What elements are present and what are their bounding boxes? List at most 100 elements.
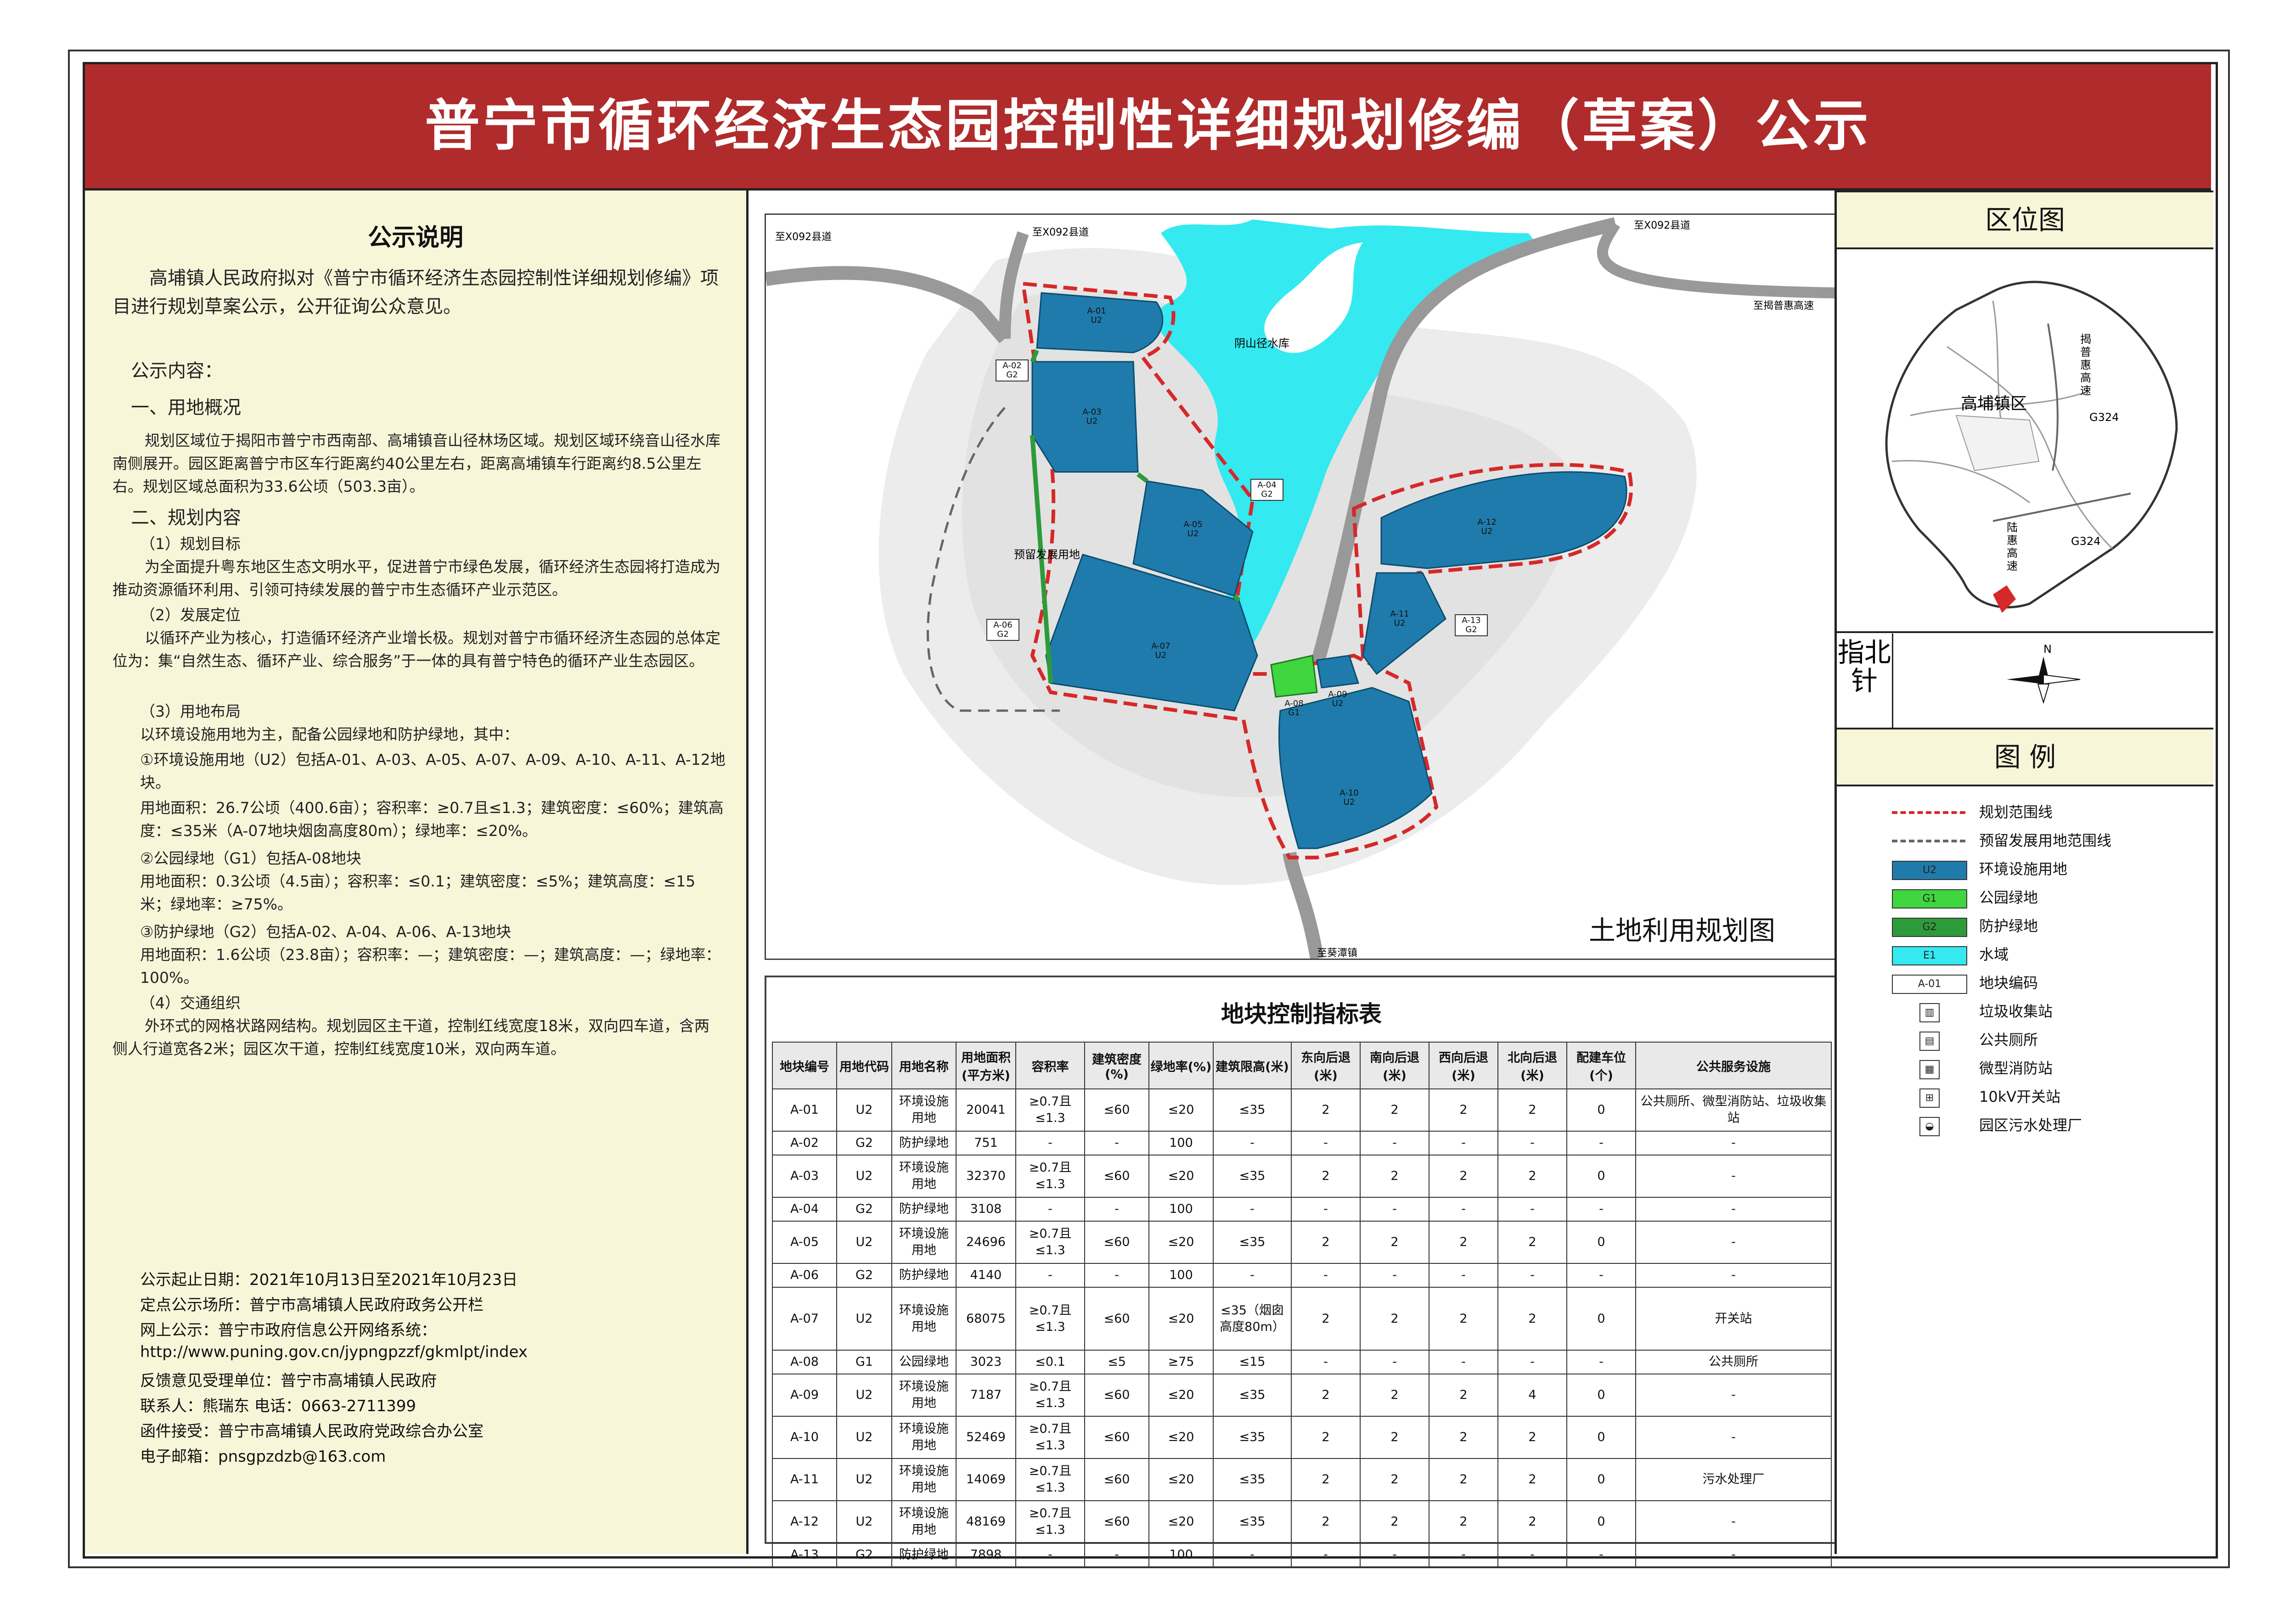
icon-sewage-icon: ◒: [1919, 1117, 1940, 1136]
table-row: A-09 U2 环境设施用地 7187 ≥0.7且≤1.3 ≤60 ≤20 ≤35 2 2 2 4 0-: [772, 1374, 1832, 1417]
table-cell: U2: [836, 1458, 892, 1501]
table-cell: -: [1213, 1197, 1292, 1222]
th-west: 西向后退(米): [1429, 1042, 1498, 1089]
parcel-label-a02[interactable]: A-02 G2: [996, 359, 1029, 381]
icon-trash-icon: ▥: [1919, 1003, 1940, 1022]
table-cell: A-07: [772, 1287, 837, 1351]
legend-label: 规划范围线: [1979, 803, 2053, 821]
parcel-label-a06[interactable]: A-06 G2: [986, 619, 1019, 641]
table-cell: -: [1635, 1221, 1832, 1264]
parcel-label-a05[interactable]: A-05 U2: [1179, 520, 1207, 538]
g1-metrics: 用地面积：0.3公顷（4.5亩）；容积率：≤0.1；建筑密度：≤5%；建筑高度：…: [140, 872, 696, 913]
parcel-label-a01[interactable]: A-01 U2: [1083, 307, 1110, 325]
table-cell: -: [1635, 1374, 1832, 1417]
table-cell: 4: [1497, 1374, 1567, 1417]
legend-label: 防护绿地: [1979, 917, 2038, 935]
north-n-label: N: [2043, 643, 2052, 656]
table-cell: ≤20: [1148, 1287, 1214, 1351]
table-cell: -: [1360, 1263, 1429, 1288]
parcel-label-a04[interactable]: A-04 G2: [1250, 479, 1283, 501]
table-cell: A-08: [772, 1350, 837, 1374]
parcel-label-a11[interactable]: A-11 U2: [1386, 610, 1413, 628]
table-cell: 防护绿地: [891, 1197, 957, 1222]
th-landname: 用地名称: [891, 1042, 957, 1089]
parcel-label-a07[interactable]: A-07 U2: [1147, 642, 1175, 660]
table-row: A-10 U2 环境设施用地 52469 ≥0.7且≤1.3 ≤60 ≤20 ≤35 2 2 2 2 0…: [772, 1416, 1832, 1459]
land-use-map: 至X092县道 至X092县道 至X092县道 至揭普惠高速 至葵潭镇 阴山径水…: [765, 213, 1837, 960]
table-cell: 48169: [956, 1500, 1016, 1543]
table-cell: ≤60: [1084, 1374, 1149, 1417]
th-far: 容积率: [1015, 1042, 1085, 1089]
parcel-label-a10[interactable]: A-10 U2: [1335, 789, 1363, 807]
table-cell: -: [1429, 1350, 1498, 1374]
th-facilities: 公共服务设施: [1635, 1042, 1832, 1089]
table-cell: A-10: [772, 1416, 837, 1459]
table-cell: 2: [1291, 1287, 1361, 1351]
table-cell: ≤20: [1148, 1374, 1214, 1417]
road-label-x092-north: 至X092县道: [1032, 227, 1089, 238]
table-cell: 环境设施用地: [891, 1458, 957, 1501]
table-cell: 2: [1360, 1500, 1429, 1543]
table-cell: ≤35: [1213, 1088, 1292, 1132]
table-cell: -: [1635, 1542, 1832, 1567]
table-title: 地块控制指标表: [1221, 1001, 1382, 1027]
parcel-label-a13[interactable]: A-13 G2: [1455, 614, 1488, 636]
table-cell: 环境设施用地: [891, 1221, 957, 1264]
table-cell: -: [1497, 1263, 1567, 1288]
table-cell: 2: [1429, 1500, 1498, 1543]
table-row: A-05 U2 环境设施用地 24696 ≥0.7且≤1.3 ≤60 ≤20 ≤35 2 2 2 2 0…: [772, 1221, 1832, 1264]
road-label-x092-west: 至X092县道: [775, 231, 832, 243]
table-cell: -: [1635, 1416, 1832, 1459]
table-cell: -: [1015, 1131, 1085, 1155]
table-cell: ≤20: [1148, 1458, 1214, 1501]
table-cell: 2: [1429, 1416, 1498, 1459]
table-cell: -: [1429, 1263, 1498, 1288]
parcel-label-a12[interactable]: A-12 U2: [1473, 518, 1501, 536]
table-cell: 2: [1291, 1416, 1361, 1459]
north-arrow: N: [1975, 643, 2112, 716]
table-cell: U2: [836, 1088, 892, 1132]
table-cell: ≥0.7且≤1.3: [1015, 1221, 1085, 1264]
notice-intro: 高埔镇人民政府拟对《普宁市循环经济生态园控制性详细规划修编》项目进行规划草案公示…: [113, 268, 719, 317]
map-title: 土地利用规划图: [1589, 915, 1776, 946]
table-cell: 2: [1291, 1155, 1361, 1198]
table-cell: -: [1360, 1197, 1429, 1222]
traffic-title: （4）交通组织: [140, 994, 241, 1012]
road-label-x092-east: 至X092县道: [1634, 220, 1691, 231]
parcel-label-a08[interactable]: A-08 G1: [1280, 699, 1308, 718]
table-row: A-02 G2 防护绿地 751- -100- - - - - - -: [772, 1131, 1832, 1155]
table-body: A-01 U2 环境设施用地 20041 ≥0.7且≤1.3 ≤60 ≤20 ≤35 2 2 2 2 0…: [772, 1088, 1832, 1567]
th-north: 北向后退(米): [1497, 1042, 1567, 1089]
table-cell: 2: [1360, 1416, 1429, 1459]
table-cell: 2: [1497, 1088, 1567, 1132]
legend-swatch: G1: [1892, 889, 1967, 909]
layout-text: 以环境设施用地为主，配备公园绿地和防护绿地，其中：: [140, 725, 519, 743]
table-cell: 开关站: [1635, 1287, 1832, 1351]
table-row: A-03 U2 环境设施用地 32370 ≥0.7且≤1.3 ≤60 ≤20 ≤35 2 2 2 2 0…: [772, 1155, 1832, 1198]
table-cell: 0: [1566, 1155, 1636, 1198]
table-cell: 污水处理厂: [1635, 1458, 1832, 1501]
footer-online: 网上公示：普宁市政府信息公开网络系统：: [140, 1321, 437, 1340]
table-cell: -: [1084, 1131, 1149, 1155]
parcel-label-a09[interactable]: A-09 U2: [1324, 690, 1351, 708]
parcel-label-a03[interactable]: A-03 U2: [1078, 408, 1106, 426]
table-cell: -: [1429, 1542, 1498, 1567]
table-cell: 2: [1497, 1458, 1567, 1501]
footer-email[interactable]: 电子邮箱：pnsgpzdzb@163.com: [140, 1444, 386, 1466]
table-cell: 2: [1497, 1287, 1567, 1351]
table-cell: 2: [1429, 1088, 1498, 1132]
table-cell: 2: [1360, 1155, 1429, 1198]
table-cell: 2: [1291, 1500, 1361, 1543]
table-cell: 2: [1360, 1221, 1429, 1264]
th-east: 东向后退(米): [1291, 1042, 1361, 1089]
footer-url[interactable]: http://www.puning.gov.cn/jypngpzzf/gkmlp…: [140, 1343, 528, 1361]
table-cell: ≤60: [1084, 1221, 1149, 1264]
g1-text: ②公园绿地（G1）包括A-08地块: [140, 849, 361, 867]
th-density: 建筑密度(%): [1084, 1042, 1149, 1089]
legend-label: 地块编码: [1979, 974, 2038, 992]
table-cell: -: [1497, 1197, 1567, 1222]
table-cell: A-05: [772, 1221, 837, 1264]
table-cell: ≥0.7且≤1.3: [1015, 1500, 1085, 1543]
icon-fire-icon: ▦: [1919, 1060, 1940, 1079]
table-cell: -: [1566, 1197, 1636, 1222]
